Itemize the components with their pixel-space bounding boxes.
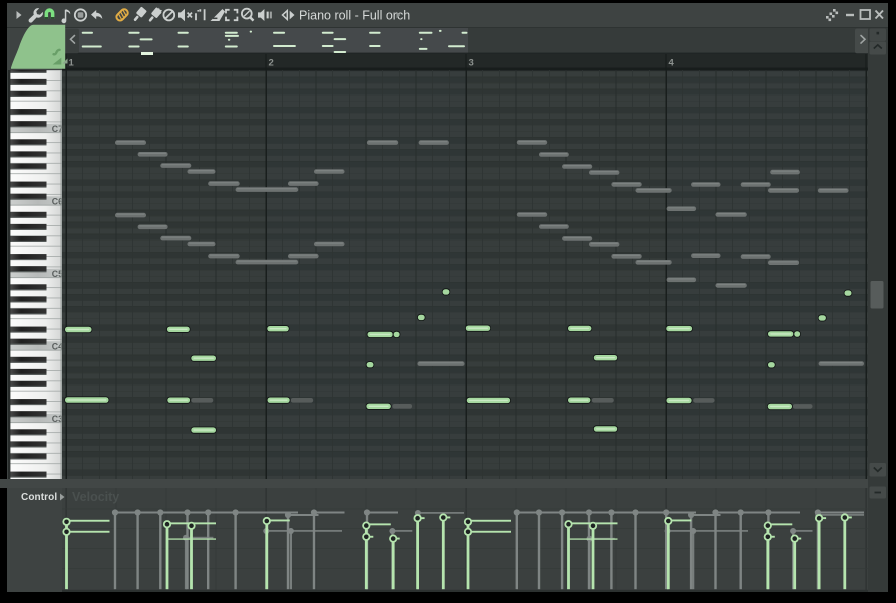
svg-text:4: 4 [669, 58, 675, 69]
svg-text:2: 2 [269, 58, 274, 69]
svg-text:Piano roll - Full orch: Piano roll - Full orch [299, 8, 410, 22]
svg-text:3: 3 [469, 58, 474, 69]
svg-text:Velocity: Velocity [72, 490, 119, 504]
svg-text:1: 1 [69, 58, 75, 69]
